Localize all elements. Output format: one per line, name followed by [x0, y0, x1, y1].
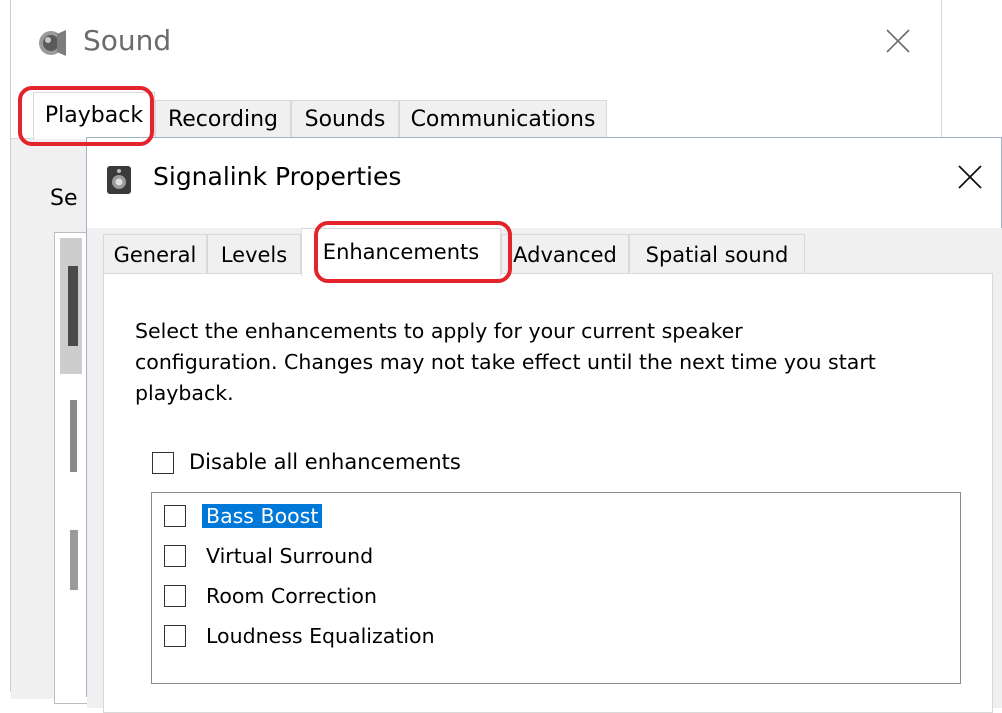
tab-spatial-sound-label: Spatial sound: [645, 243, 789, 267]
disable-all-label: Disable all enhancements: [189, 450, 461, 474]
sound-partial-label: Se: [50, 186, 78, 211]
tab-playback[interactable]: Playback: [33, 92, 155, 139]
tab-recording-label: Recording: [167, 107, 279, 132]
loudness-equalization-label[interactable]: Loudness Equalization: [206, 624, 435, 648]
tab-general-label: General: [113, 243, 197, 267]
tab-general[interactable]: General: [103, 234, 207, 274]
dialog-title: Signalink Properties: [153, 162, 402, 191]
loudness-equalization-checkbox[interactable]: [164, 625, 186, 647]
tab-advanced[interactable]: Advanced: [501, 234, 629, 274]
close-icon[interactable]: [883, 26, 913, 56]
description-line: configuration. Changes may not take effe…: [135, 350, 876, 374]
virtual-surround-label[interactable]: Virtual Surround: [206, 544, 373, 568]
tab-recording[interactable]: Recording: [155, 100, 291, 138]
tab-levels[interactable]: Levels: [207, 234, 301, 274]
close-icon[interactable]: [953, 160, 987, 194]
tab-playback-label: Playback: [44, 103, 144, 128]
device-icon-edge: [70, 400, 77, 472]
device-icon-edge: [70, 530, 78, 590]
tab-spatial-sound[interactable]: Spatial sound: [629, 234, 805, 274]
bass-boost-checkbox[interactable]: [164, 505, 186, 527]
sound-window-title: Sound: [83, 24, 172, 57]
tab-sounds-label: Sounds: [304, 107, 386, 132]
device-icon-edge: [68, 266, 78, 346]
description-line: Select the enhancements to apply for you…: [135, 319, 743, 343]
sound-titlebar: Sound: [11, 0, 941, 86]
tab-communications[interactable]: Communications: [399, 100, 607, 138]
disable-all-checkbox[interactable]: [152, 452, 174, 474]
room-correction-label[interactable]: Room Correction: [206, 584, 377, 608]
tab-enhancements-label: Enhancements: [322, 240, 480, 264]
room-correction-checkbox[interactable]: [164, 585, 186, 607]
description-line: playback.: [135, 381, 234, 405]
tab-enhancements[interactable]: Enhancements: [301, 228, 501, 276]
enhancements-list[interactable]: Bass Boost Virtual Surround Room Correct…: [151, 492, 961, 684]
device-speaker-icon: [107, 166, 131, 194]
tab-sounds[interactable]: Sounds: [291, 100, 399, 138]
tab-communications-label: Communications: [410, 107, 596, 132]
bass-boost-label[interactable]: Bass Boost: [202, 504, 323, 528]
tab-levels-label: Levels: [220, 243, 288, 267]
enhancements-description: Select the enhancements to apply for you…: [135, 316, 975, 409]
virtual-surround-checkbox[interactable]: [164, 545, 186, 567]
signalink-properties-dialog: Signalink Properties General Levels Enha…: [86, 137, 1002, 713]
speaker-icon: [39, 30, 66, 56]
tab-advanced-label: Advanced: [513, 243, 617, 267]
